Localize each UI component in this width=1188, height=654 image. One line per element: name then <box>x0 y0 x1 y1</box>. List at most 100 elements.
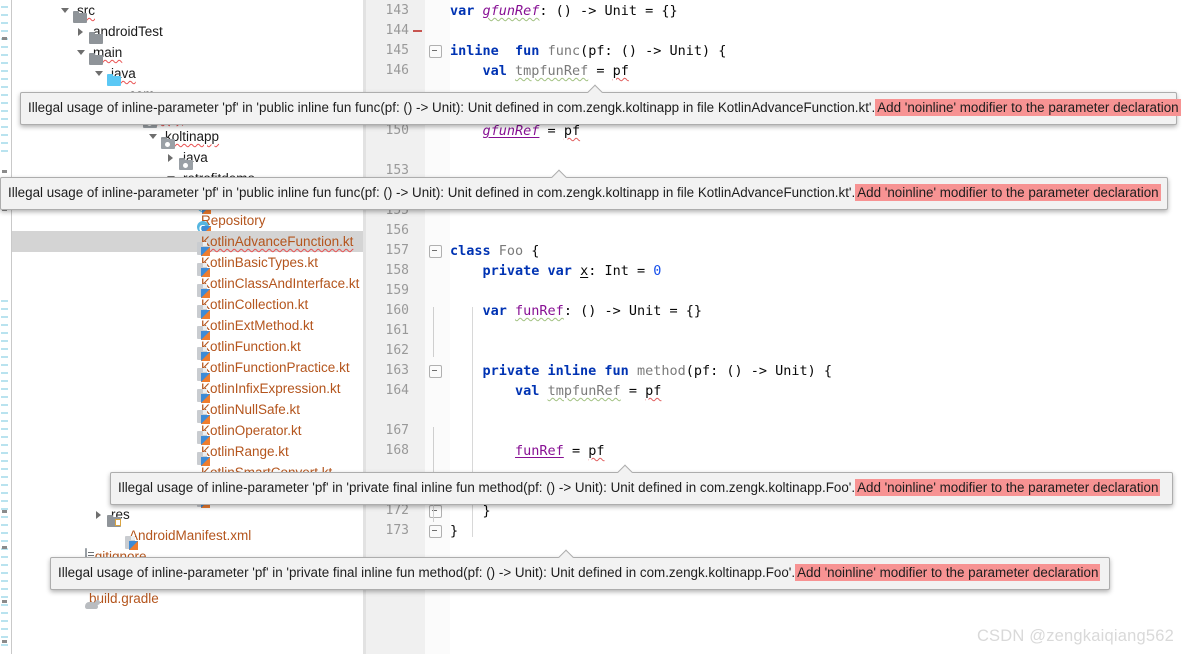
tooltip-quickfix[interactable]: Add 'noinline' modifier to the parameter… <box>855 184 1161 201</box>
code-token: pf <box>612 63 629 79</box>
marker-tick <box>1 78 8 80</box>
marker-tick <box>1 364 8 366</box>
chevron-right-icon[interactable] <box>94 509 105 520</box>
marker-tick <box>1 316 8 318</box>
code-fold-toggle[interactable] <box>429 525 442 538</box>
line-number: 146 <box>385 63 409 78</box>
tree-row[interactable]: KotlinClassAndInterface.kt <box>12 273 363 298</box>
code-line[interactable] <box>450 321 1188 341</box>
code-line[interactable]: val tmpfunRef = pf <box>450 61 1188 81</box>
code-line[interactable]: funRef = pf <box>450 441 1188 461</box>
marker-tick <box>1 348 8 350</box>
code-token: funRef <box>515 303 564 319</box>
code-token: } <box>450 523 459 539</box>
chevron-right-icon[interactable] <box>166 152 177 163</box>
marker-tick <box>1 452 8 454</box>
code-line[interactable] <box>450 21 1188 41</box>
chevron-right-icon[interactable] <box>76 26 87 37</box>
code-line[interactable]: } <box>450 521 1188 541</box>
tooltip-quickfix[interactable]: Add 'noinline' modifier to the parameter… <box>795 564 1101 581</box>
chevron-down-icon[interactable] <box>60 5 71 16</box>
tree-row-label: KotlinFunctionPractice.kt <box>201 360 350 375</box>
watermark: CSDN @zengkaiqiang562 <box>976 627 1174 645</box>
marker-tick <box>1 388 8 390</box>
tree-row[interactable]: main <box>12 42 363 65</box>
marker-tick <box>1 372 8 374</box>
tooltip-quickfix[interactable]: Add 'noinline' modifier to the parameter… <box>875 99 1181 116</box>
marker-tick <box>1 564 8 566</box>
tree-row[interactable]: KotlinInfixExpression.kt <box>12 378 363 403</box>
marker-tick-error <box>2 37 7 40</box>
code-line[interactable]: class Foo { <box>450 241 1188 261</box>
code-fold-toggle[interactable] <box>429 45 442 58</box>
marker-tick <box>1 94 8 96</box>
tree-row-label: AndroidManifest.xml <box>129 528 252 543</box>
code-line[interactable]: inline fun func(pf: () -> Unit) { <box>450 41 1188 61</box>
marker-tick <box>1 540 8 542</box>
marker-tick-error <box>2 170 7 173</box>
marker-tick <box>1 644 8 646</box>
marker-tick <box>1 22 8 24</box>
code-line[interactable]: var funRef: () -> Unit = {} <box>450 301 1188 321</box>
chevron-down-icon[interactable] <box>76 47 87 58</box>
code-fold-toggle[interactable] <box>429 505 442 518</box>
code-token: gfunRef <box>482 123 540 139</box>
code-line[interactable]: private var x: Int = 0 <box>450 261 1188 281</box>
tree-row[interactable]: res <box>12 504 363 527</box>
code-token: : Int = <box>588 263 654 279</box>
chevron-down-icon[interactable] <box>148 131 159 142</box>
marker-tick <box>1 324 8 326</box>
tree-row[interactable]: KotlinRange.kt <box>12 441 363 466</box>
tree-row[interactable]: KotlinBasicTypes.kt <box>12 252 363 277</box>
tooltip-quickfix[interactable]: Add 'noinline' modifier to the parameter… <box>855 479 1161 496</box>
marker-tick <box>1 356 8 358</box>
tree-row[interactable]: KotlinFunction.kt <box>12 336 363 361</box>
tree-row[interactable]: KotlinExtMethod.kt <box>12 315 363 340</box>
code-line[interactable]: private inline fun method(pf: () -> Unit… <box>450 361 1188 381</box>
code-token: func <box>547 43 581 59</box>
code-token: pf <box>588 443 605 459</box>
code-fold-toggle[interactable] <box>429 245 442 258</box>
tree-row[interactable]: KotlinCollection.kt <box>12 294 363 319</box>
code-token: val <box>515 383 540 399</box>
code-line[interactable]: val tmpfunRef = pf <box>450 381 1188 401</box>
tooltip-message: Illegal usage of inline-parameter 'pf' i… <box>28 100 876 115</box>
marker-tick-error <box>2 640 7 643</box>
tree-row[interactable]: KotlinOperator.kt <box>12 420 363 445</box>
marker-tick <box>1 150 8 152</box>
code-token: = <box>620 383 646 399</box>
tree-row[interactable]: KotlinFunctionPractice.kt <box>12 357 363 382</box>
tree-row[interactable]: build.gradle <box>12 588 363 609</box>
code-line[interactable] <box>450 221 1188 241</box>
code-line[interactable] <box>450 341 1188 361</box>
code-line[interactable]: var gfunRef: () -> Unit = {} <box>450 1 1188 21</box>
tree-row[interactable]: java <box>12 63 363 86</box>
code-line[interactable] <box>450 421 1188 441</box>
code-fold-toggle[interactable] <box>429 365 442 378</box>
code-token: = <box>563 443 589 459</box>
tree-row[interactable]: src <box>12 0 363 23</box>
tree-row[interactable]: Repository <box>12 210 363 240</box>
code-line[interactable] <box>450 281 1188 301</box>
tree-row[interactable]: KotlinNullSafe.kt <box>12 399 363 424</box>
tree-row[interactable]: koltinapp <box>12 126 363 149</box>
tree-row[interactable]: AndroidManifest.xml <box>12 525 363 550</box>
marker-tick <box>1 612 8 614</box>
line-number: 158 <box>385 263 409 278</box>
tree-row[interactable]: KotlinAdvanceFunction.kt <box>12 231 363 256</box>
marker-tick <box>1 460 8 462</box>
tree-row[interactable]: androidTest <box>12 21 363 44</box>
tree-row[interactable]: java <box>12 147 363 170</box>
chevron-down-icon[interactable] <box>94 68 105 79</box>
line-number: 162 <box>385 343 409 358</box>
